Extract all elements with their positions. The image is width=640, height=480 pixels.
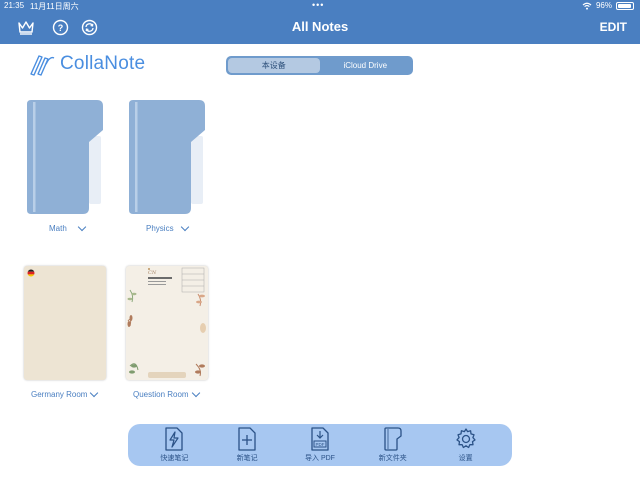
quick-note-label: 快速笔记 [160,455,189,462]
help-icon[interactable]: ? [51,18,69,36]
new-folder-label: 新文件夹 [378,455,407,462]
chevron-down-icon[interactable] [77,222,87,232]
status-indicators: 96% [582,1,634,10]
germany-flag-icon [27,269,35,277]
svg-text:?: ? [57,23,63,33]
svg-text:PDF: PDF [315,442,324,447]
new-note-icon [235,427,259,451]
note-germany-room[interactable] [24,266,106,380]
status-time: 21:35 [4,1,25,10]
folder-icon [129,100,205,214]
svg-text:CN: CN [148,270,157,276]
sync-icon[interactable] [80,18,98,36]
battery-percent: 96% [595,1,612,10]
chevron-down-icon[interactable] [180,222,189,232]
new-note-label: 新笔记 [236,455,258,462]
pen-logo-icon [30,55,55,76]
status-date: 11月11日周六 [30,2,79,11]
pdf-import-icon: PDF [308,427,332,451]
multitasking-dots-icon[interactable]: ••• [312,0,324,10]
folder-icon [27,100,103,214]
new-note-button[interactable]: 新笔记 [212,427,282,463]
top-navigation-bar: 21:35 11月11日周六 ••• 96% ? All Notes EDIT [0,0,640,44]
status-bar: 21:35 11月11日周六 ••• 96% [0,0,640,12]
edit-button[interactable]: EDIT [600,20,627,34]
folder-physics[interactable] [129,100,205,214]
gear-icon [454,427,478,451]
settings-label: 设置 [458,455,473,462]
import-pdf-label: 导入 PDF [305,455,335,462]
quick-note-button[interactable]: 快速笔记 [139,427,209,463]
new-folder-button[interactable]: 新文件夹 [358,427,428,463]
import-pdf-button[interactable]: PDF 导入 PDF [285,427,355,463]
new-folder-icon [381,427,405,451]
bottom-toolbar: 快速笔记 新笔记 PDF 导入 PDF 新文件夹 设置 [128,424,512,466]
battery-icon [616,1,634,10]
folder-math[interactable] [27,100,103,214]
segment-icloud-drive[interactable]: iCloud Drive [320,58,412,73]
app-logo: CollaNote [28,52,145,76]
note-question-room[interactable]: CN [126,266,208,380]
wifi-icon [582,2,592,10]
storage-segmented-control: 本设备 iCloud Drive [226,56,413,75]
note-thumbnail-decoration: CN [127,267,206,378]
folder-math-label[interactable]: Math [49,222,87,233]
logo-text: CollaNote [60,53,146,74]
settings-button[interactable]: 设置 [431,427,501,463]
chevron-down-icon[interactable] [90,388,99,398]
crown-icon[interactable] [17,18,35,36]
note-germany-room-label[interactable]: Germany Room [31,388,99,399]
chevron-down-icon[interactable] [191,388,200,398]
folder-physics-label[interactable]: Physics [146,222,189,233]
lightning-doc-icon [162,427,186,451]
segment-local-device[interactable]: 本设备 [228,58,320,73]
note-question-room-label[interactable]: Question Room [133,388,200,399]
